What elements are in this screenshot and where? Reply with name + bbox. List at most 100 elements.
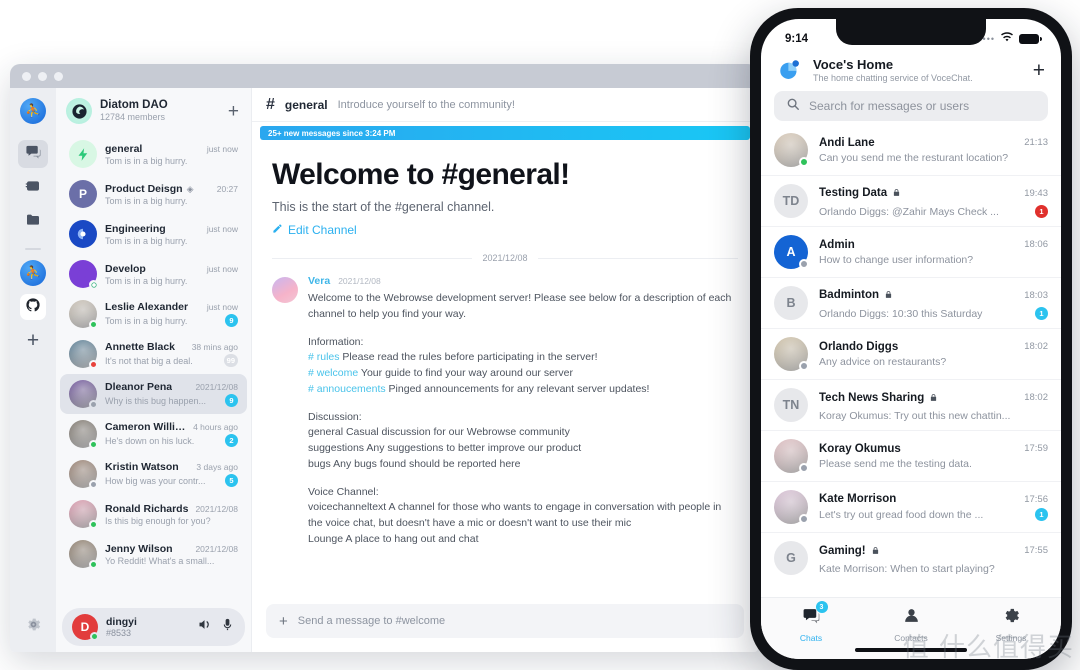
conversation-item[interactable]: Kate Morrison 17:56 Let's try out gread fo…	[761, 482, 1061, 533]
channel-item-preview: Tom is in a big hurry.	[105, 195, 188, 206]
channel-item-time: 20:27	[216, 183, 238, 194]
conversation-item[interactable]: Koray Okumus 17:59 Please send me the test…	[761, 431, 1061, 482]
tab-contacts[interactable]: Contacts	[861, 606, 961, 643]
rail-item-contacts[interactable]	[18, 174, 48, 202]
conversation-list[interactable]: Andi Lane 21:13 Can you send me the restur…	[761, 125, 1061, 577]
channel-mention-link[interactable]: # rules	[308, 351, 340, 363]
channel-list-item[interactable]: Annette Black 38 mins ago It's not that bi…	[60, 334, 247, 374]
channel-list-item[interactable]: P Product Deisgn ◈ 20:27 Tom is in a big hur…	[60, 174, 247, 214]
conversation-item[interactable]: TD Testing Data 19:43 Orlando Diggs: @Zahir…	[761, 176, 1061, 227]
phone-screen: 9:14 •••• Voce's Home The home chatting …	[761, 19, 1061, 659]
new-messages-banner[interactable]: 25+ new messages since 3:24 PM	[260, 126, 750, 140]
conversation-text: Testing Data 19:43 Orlando Diggs: @Zahir M…	[819, 184, 1048, 218]
conversation-text: Gaming! 17:55 Kate Morrison: When to start…	[819, 542, 1048, 575]
conversation-item[interactable]: TN Tech News Sharing 18:02 Koray Okumus: Tr…	[761, 380, 1061, 431]
channel-list-item[interactable]: Leslie Alexander just now Tom is in a big …	[60, 294, 247, 334]
conversation-name: Tech News Sharing	[819, 391, 925, 404]
channel-item-name: Leslie Alexander	[105, 301, 189, 314]
statusbar-time: 9:14	[785, 33, 809, 45]
message-voice-lines: voicechanneltext A channel for those who…	[308, 501, 722, 545]
conversation-item[interactable]: A Admin 18:06 How to change user informatio…	[761, 227, 1061, 278]
channel-item-name: Kristin Watson	[105, 461, 179, 474]
status-dot	[799, 514, 809, 524]
microphone-icon[interactable]	[220, 617, 235, 637]
conversation-avatar: TD	[774, 184, 808, 218]
channel-list-item[interactable]: Develop just now Tom is in a big hurry.	[60, 254, 247, 294]
rail-item-files[interactable]	[18, 208, 48, 236]
conversation-avatar-wrap: TD	[774, 184, 808, 218]
phone-home-title: Voce's Home	[813, 57, 894, 72]
channel-list-item[interactable]: Dleanor Pena 2021/12/08 Why is this bug ha…	[60, 374, 247, 415]
window-maximize-button[interactable]	[54, 71, 63, 81]
conversation-text: Tech News Sharing 18:02 Koray Okumus: Try …	[819, 389, 1048, 422]
message-scroll-area[interactable]: Welcome to #general! This is the start o…	[252, 140, 758, 594]
message-author-avatar[interactable]	[272, 277, 298, 303]
conversation-item[interactable]: Orlando Diggs 18:02 Any advice on restaura…	[761, 329, 1061, 380]
current-user-card[interactable]: D dingyi #8533	[62, 608, 245, 646]
current-user-name: dingyi	[106, 616, 137, 628]
workspace-header[interactable]: Diatom DAO 12784 members +	[56, 88, 251, 132]
channel-list-item[interactable]: Cameron Willia... 4 hours ago He's down on…	[60, 414, 247, 454]
channel-avatar-wrap	[69, 420, 98, 450]
unread-badge: 1	[1035, 205, 1048, 218]
conversation-text: Admin 18:06 How to change user information…	[819, 239, 1048, 266]
channel-item-preview: Yo Reddit! What's a small...	[105, 555, 215, 566]
channel-list-item[interactable]: Jenny Wilson 2021/12/08 Yo Reddit! What's …	[60, 534, 247, 574]
speaker-icon[interactable]	[197, 617, 212, 637]
hash-icon: #	[266, 95, 275, 113]
channel-item-time: 3 days ago	[196, 462, 238, 473]
rail-item-github[interactable]	[20, 294, 46, 320]
channel-list-item[interactable]: general just now Tom is in a big hurry.	[60, 134, 247, 174]
channel-mention-link[interactable]: # welcome	[308, 367, 358, 379]
channel-mention-link[interactable]: # annoucements	[308, 383, 386, 395]
channel-avatar-wrap: P	[69, 180, 97, 209]
conversation-avatar: TN	[774, 388, 808, 422]
mobile-device-mockup: 9:14 •••• Voce's Home The home chatting …	[750, 8, 1072, 670]
channel-text: Engineering just now Tom is in a big hurry…	[105, 223, 238, 246]
unread-badge: 1	[1035, 307, 1048, 320]
workspace-avatar-icon	[66, 98, 92, 125]
conversation-preview: How to change user information?	[819, 253, 974, 266]
message-timestamp: 2021/12/08	[338, 276, 381, 286]
workspace-logo-icon[interactable]: ⛹	[20, 98, 46, 124]
tab-settings[interactable]: Settings	[961, 606, 1061, 643]
edit-channel-link[interactable]: Edit Channel	[272, 223, 738, 237]
conversation-avatar: G	[774, 541, 808, 575]
message-author[interactable]: Vera	[308, 275, 330, 287]
channel-item-name: Cameron Willia...	[105, 421, 190, 434]
settings-gear-icon[interactable]	[25, 616, 42, 638]
channel-list-item[interactable]: Kristin Watson 3 days ago How big was your…	[60, 454, 247, 494]
current-user-tag: #8533	[106, 628, 132, 638]
add-channel-button[interactable]: +	[226, 102, 241, 121]
current-user-panel: D dingyi #8533	[56, 602, 251, 652]
rail-item-workspace-diatom[interactable]: ⛹	[20, 260, 46, 286]
phone-add-button[interactable]: +	[1033, 60, 1045, 81]
rail-item-chats[interactable]	[18, 140, 48, 168]
lock-icon	[929, 389, 938, 407]
conversation-item[interactable]: Andi Lane 21:13 Can you send me the restur…	[761, 125, 1061, 176]
message-discussion-heading: Discussion:	[308, 410, 362, 423]
channel-item-preview: Tom is in a big hurry.	[105, 315, 188, 326]
conversation-time: 19:43	[1024, 187, 1048, 199]
window-close-button[interactable]	[22, 71, 31, 81]
add-workspace-button[interactable]: +	[27, 330, 39, 351]
tab-label: Contacts	[894, 633, 928, 643]
conversation-preview: Kate Morrison: When to start playing?	[819, 562, 995, 575]
conversation-item[interactable]: B Badminton 18:03 Orlando Diggs: 10:30 this…	[761, 278, 1061, 329]
conversation-item[interactable]: G Gaming! 17:55 Kate Morrison: When to star…	[761, 533, 1061, 577]
composer-placeholder: Send a message to #welcome	[297, 615, 446, 627]
channel-avatar-wrap	[69, 140, 97, 169]
channel-list[interactable]: general just now Tom is in a big hurry. P Pr…	[56, 132, 251, 602]
channel-list-item[interactable]: Ronald Richards 2021/12/08 Is this big eno…	[60, 494, 247, 534]
window-minimize-button[interactable]	[38, 71, 47, 81]
channel-item-preview: Is this big enough for you?	[105, 515, 211, 526]
channel-avatar-wrap	[69, 540, 98, 570]
tab-chats[interactable]: 3 Chats	[761, 601, 861, 643]
channel-list-item[interactable]: Engineering just now Tom is in a big hurry…	[60, 214, 247, 254]
phone-search-bar[interactable]: Search for messages or users	[774, 91, 1048, 121]
desktop-app-window: ⛹ ⛹ + Diatom DAO 12784 members + general…	[10, 64, 758, 652]
composer-box[interactable]: + Send a message to #welcome	[266, 604, 744, 638]
channel-item-name: Annette Black	[105, 341, 176, 354]
app-rail: ⛹ ⛹ +	[10, 88, 56, 652]
attach-plus-icon[interactable]: +	[279, 614, 288, 629]
